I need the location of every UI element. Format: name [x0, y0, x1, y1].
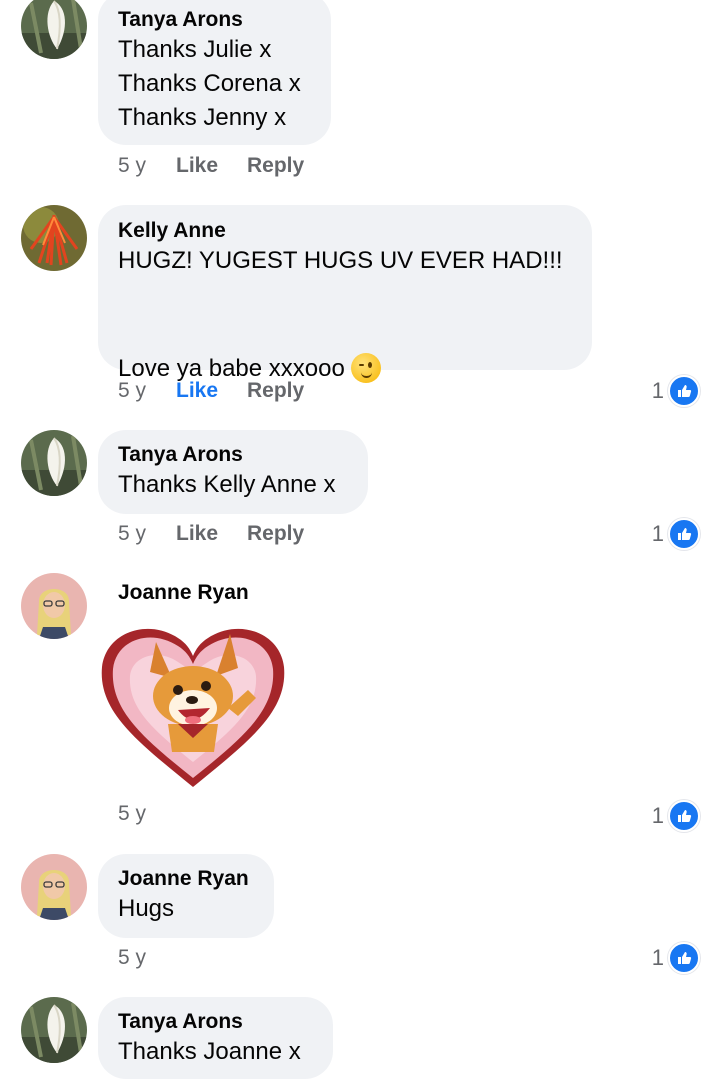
thumbs-up-icon — [668, 942, 700, 974]
comment-bubble: Tanya Arons Thanks Kelly Anne x — [98, 430, 368, 514]
comment-timestamp[interactable]: 5 y — [118, 154, 176, 178]
comment-text-line: Love ya babe xxxooo — [118, 318, 572, 386]
reaction-number: 1 — [651, 521, 664, 546]
like-button[interactable]: Like — [176, 522, 247, 546]
comment-timestamp[interactable]: 5 y — [118, 522, 176, 546]
reaction-count[interactable]: 1 — [652, 518, 700, 550]
comment-author[interactable]: Tanya Arons — [118, 442, 348, 468]
reply-button[interactable]: Reply — [247, 522, 304, 546]
comment-bubble: Kelly Anne HUGZ! YUGEST HUGS UV EVER HAD… — [98, 205, 592, 383]
reaction-number: 1 — [651, 945, 664, 970]
comment-text: Thanks Kelly Anne x — [118, 471, 336, 498]
comment-text: Hugs — [118, 895, 175, 922]
thumbs-up-icon — [668, 375, 700, 407]
comment-text: Thanks Julie x Thanks Corena x Thanks Je… — [118, 36, 301, 131]
thumbs-up-icon — [668, 800, 700, 832]
like-button[interactable]: Like — [176, 379, 247, 403]
comment-bubble: Tanya Arons Thanks Julie x Thanks Corena… — [98, 0, 331, 145]
reply-button[interactable]: Reply — [247, 154, 304, 178]
reaction-count[interactable]: 1 — [652, 942, 700, 974]
reaction-count[interactable]: 1 — [652, 800, 700, 832]
comment-spacer — [118, 278, 572, 318]
comment-actions: 5 y Like Reply — [118, 154, 304, 178]
comment-bubble: Joanne Ryan Hugs — [98, 854, 274, 938]
reaction-count[interactable]: 1 — [652, 375, 700, 407]
comment-actions: 5 y — [118, 946, 176, 970]
comment-author[interactable]: Joanne Ryan — [118, 580, 249, 606]
comment-author[interactable]: Kelly Anne — [118, 218, 572, 244]
reaction-number: 1 — [651, 803, 664, 828]
comment-actions: 5 y — [118, 802, 176, 826]
avatar[interactable] — [21, 0, 87, 59]
winking-face-emoji — [350, 352, 381, 383]
reaction-number: 1 — [651, 378, 664, 403]
comment-timestamp[interactable]: 5 y — [118, 946, 176, 970]
comment-timestamp[interactable]: 5 y — [118, 802, 176, 826]
avatar[interactable] — [21, 573, 87, 639]
avatar[interactable] — [21, 430, 87, 496]
comment-actions: 5 y Like Reply — [118, 379, 304, 403]
comment-text: Love ya babe xxxooo — [118, 355, 345, 382]
avatar[interactable] — [21, 854, 87, 920]
like-button[interactable]: Like — [176, 154, 247, 178]
avatar[interactable] — [21, 205, 87, 271]
comment-author[interactable]: Tanya Arons — [118, 7, 311, 33]
comment-text-line: HUGZ! YUGEST HUGS UV EVER HAD!!! — [118, 247, 563, 274]
comment-timestamp[interactable]: 5 y — [118, 379, 176, 403]
thumbs-up-icon — [668, 518, 700, 550]
comment-author[interactable]: Joanne Ryan — [118, 866, 254, 892]
reply-button[interactable]: Reply — [247, 379, 304, 403]
comment-bubble: Tanya Arons Thanks Joanne x — [98, 997, 333, 1079]
comment-author[interactable]: Tanya Arons — [118, 1009, 313, 1035]
avatar[interactable] — [21, 997, 87, 1063]
comment-actions: 5 y Like Reply — [118, 522, 304, 546]
corgi-heart-sticker[interactable] — [98, 612, 288, 792]
comment-text: Thanks Joanne x — [118, 1038, 301, 1065]
